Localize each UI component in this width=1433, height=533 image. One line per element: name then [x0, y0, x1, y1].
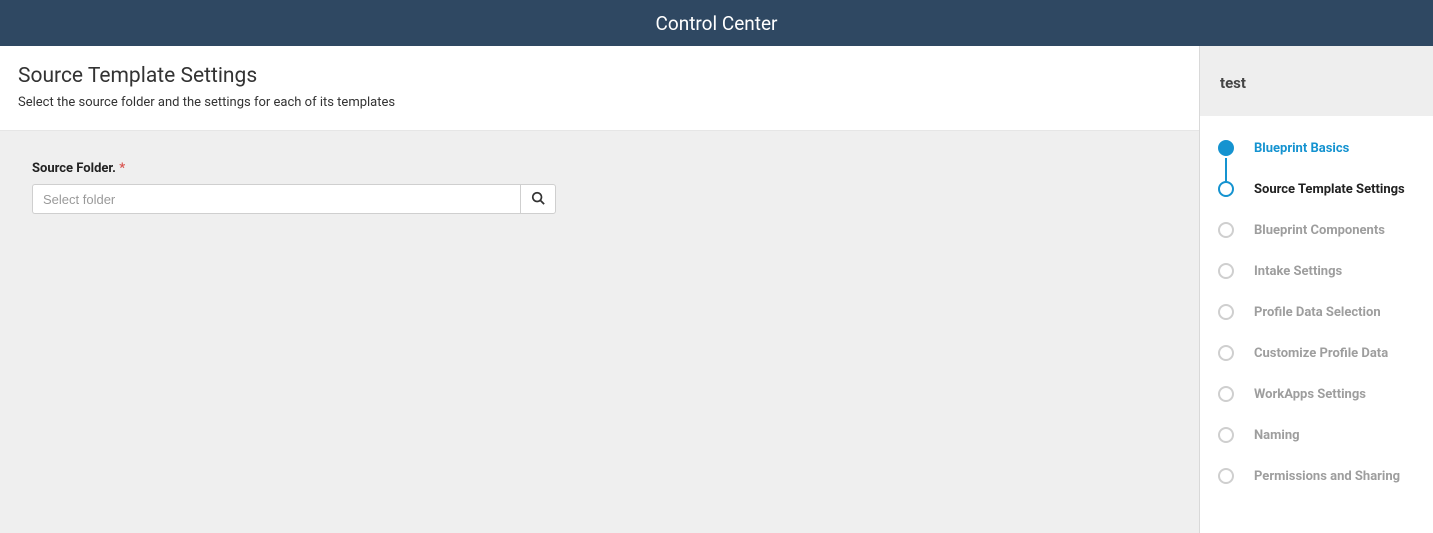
steps-list: Blueprint Basics Source Template Setting… [1200, 116, 1433, 519]
top-banner: Control Center [0, 0, 1433, 46]
step-label: Source Template Settings [1254, 182, 1405, 197]
side-panel: test Blueprint Basics Source Template Se… [1199, 46, 1433, 533]
source-folder-label-text: Source Folder. [32, 161, 116, 176]
step-dot-icon [1218, 468, 1234, 484]
step-customize-profile-data[interactable]: Customize Profile Data [1218, 345, 1415, 361]
step-label: Permissions and Sharing [1254, 469, 1400, 484]
app-title: Control Center [656, 12, 778, 35]
step-dot-icon [1218, 386, 1234, 402]
source-folder-label: Source Folder. * [32, 161, 1167, 176]
step-label: Naming [1254, 428, 1300, 443]
step-workapps-settings[interactable]: WorkApps Settings [1218, 386, 1415, 402]
step-blueprint-basics[interactable]: Blueprint Basics [1218, 140, 1415, 156]
step-dot-icon [1218, 263, 1234, 279]
step-source-template-settings[interactable]: Source Template Settings [1218, 181, 1415, 197]
step-dot-icon [1218, 140, 1234, 156]
step-label: Intake Settings [1254, 264, 1342, 279]
step-permissions-and-sharing[interactable]: Permissions and Sharing [1218, 468, 1415, 484]
required-star: * [119, 161, 125, 176]
step-intake-settings[interactable]: Intake Settings [1218, 263, 1415, 279]
step-label: WorkApps Settings [1254, 387, 1366, 402]
step-dot-icon [1218, 427, 1234, 443]
page-subtitle: Select the source folder and the setting… [18, 95, 1181, 110]
search-icon [531, 191, 545, 208]
source-folder-row [32, 184, 556, 214]
source-folder-search-button[interactable] [520, 184, 556, 214]
step-dot-icon [1218, 345, 1234, 361]
step-label: Blueprint Components [1254, 223, 1385, 238]
page-title: Source Template Settings [18, 64, 1181, 88]
step-naming[interactable]: Naming [1218, 427, 1415, 443]
title-band: Source Template Settings Select the sour… [0, 46, 1199, 130]
side-panel-title: test [1200, 46, 1433, 116]
step-label: Profile Data Selection [1254, 305, 1381, 320]
source-folder-input[interactable] [32, 184, 520, 214]
step-profile-data-selection[interactable]: Profile Data Selection [1218, 304, 1415, 320]
main-column: Source Template Settings Select the sour… [0, 46, 1199, 533]
body-band: Source Folder. * [0, 130, 1199, 533]
step-connector [1225, 158, 1227, 182]
step-blueprint-components[interactable]: Blueprint Components [1218, 222, 1415, 238]
step-dot-icon [1218, 181, 1234, 197]
step-label: Customize Profile Data [1254, 346, 1388, 361]
step-dot-icon [1218, 222, 1234, 238]
step-dot-icon [1218, 304, 1234, 320]
step-label: Blueprint Basics [1254, 141, 1349, 156]
